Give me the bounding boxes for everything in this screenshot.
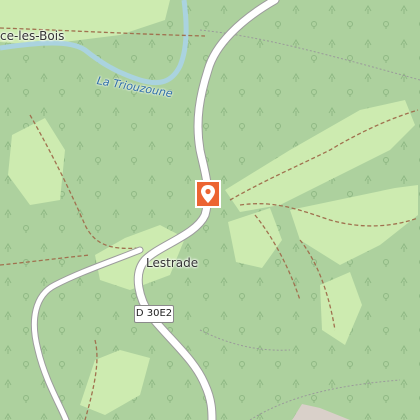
location-pin-icon (201, 185, 215, 203)
location-marker[interactable] (195, 180, 221, 208)
map-view[interactable]: ce-les-Bois La Triouzoune Lestrade D 30E… (0, 0, 420, 420)
road-shield: D 30E2 (134, 305, 174, 323)
map-canvas (0, 0, 420, 420)
place-label-village: ce-les-Bois (0, 29, 65, 43)
place-label-hamlet: Lestrade (146, 256, 199, 270)
